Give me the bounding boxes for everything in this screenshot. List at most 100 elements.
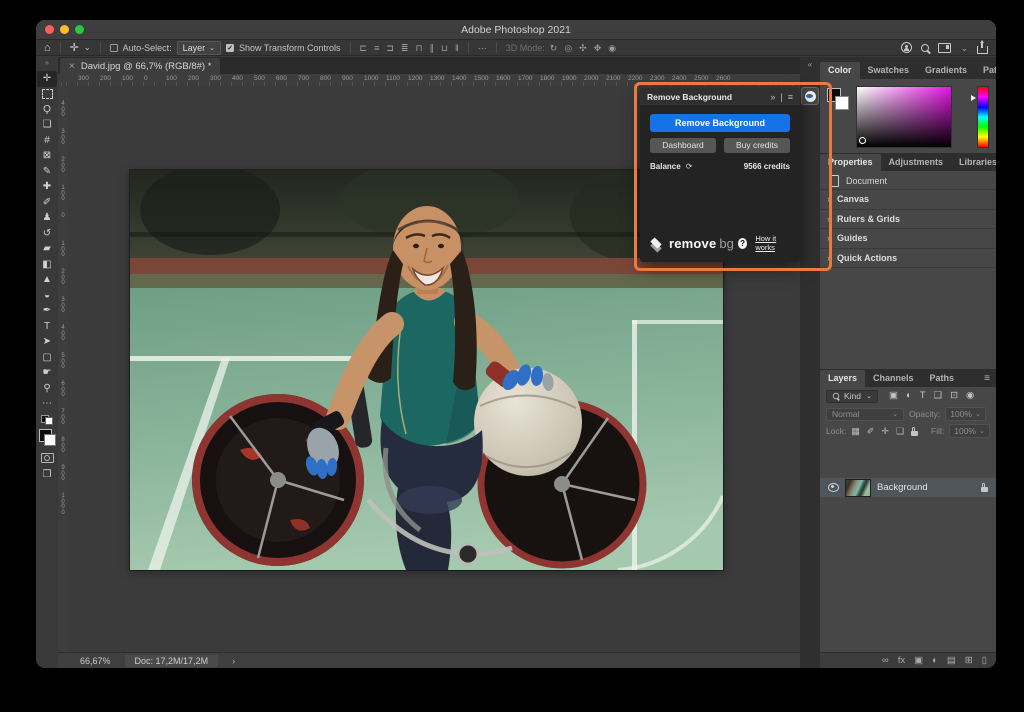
move-tool[interactable]: ✛: [37, 71, 57, 87]
path-selection-tool[interactable]: ➤: [37, 335, 57, 351]
pen-tool[interactable]: ✒: [37, 304, 57, 320]
remove-background-button[interactable]: Remove Background: [650, 114, 790, 132]
delete-layer-icon[interactable]: ▯: [982, 655, 987, 667]
clone-stamp-tool[interactable]: ♟: [37, 211, 57, 227]
tab-libraries[interactable]: Libraries: [951, 154, 996, 171]
home-icon[interactable]: ⌂: [44, 41, 51, 55]
workspace-chevron-icon[interactable]: ⌄: [960, 42, 968, 54]
background-color-swatch[interactable]: [44, 434, 56, 446]
removebg-plugin-dock-icon[interactable]: [801, 87, 819, 105]
close-tab-icon[interactable]: ×: [69, 61, 75, 72]
object-selection-tool[interactable]: ❏: [37, 118, 57, 134]
lasso-tool[interactable]: Ϙ: [37, 102, 57, 118]
show-transform-checkbox[interactable]: ✓: [226, 44, 234, 52]
filter-type-layers-icon[interactable]: T: [920, 390, 926, 402]
dashboard-button[interactable]: Dashboard: [650, 138, 716, 153]
panel-color-swatches[interactable]: [827, 88, 849, 110]
rectangle-tool[interactable]: ▢: [37, 350, 57, 366]
status-chevron-icon[interactable]: ›: [232, 656, 235, 666]
eyedropper-tool[interactable]: ✎: [37, 164, 57, 180]
section-rulers-grids[interactable]: ›Rulers & Grids: [820, 210, 996, 230]
tab-gradients[interactable]: Gradients: [917, 62, 975, 79]
account-icon[interactable]: [901, 42, 912, 53]
filter-smart-objects-icon[interactable]: ⊡: [950, 390, 958, 402]
tab-properties[interactable]: Properties: [820, 154, 881, 171]
foreground-background-swatches[interactable]: [39, 429, 56, 446]
panel-menu-icon[interactable]: ≡: [978, 370, 996, 387]
color-cursor[interactable]: [859, 137, 866, 144]
section-guides[interactable]: ›Guides: [820, 229, 996, 249]
eraser-tool[interactable]: ▰: [37, 242, 57, 258]
brush-tool[interactable]: ✐: [37, 195, 57, 211]
document-tab[interactable]: × David.jpg @ 66,7% (RGB/8#) *: [60, 58, 220, 74]
screen-mode-icon[interactable]: ❐: [43, 469, 52, 481]
hue-slider-cursor[interactable]: [971, 95, 979, 101]
layer-mask-icon[interactable]: ▣: [914, 655, 923, 667]
panel-background-swatch[interactable]: [835, 96, 849, 110]
gradient-tool[interactable]: ◧: [37, 257, 57, 273]
crop-tool[interactable]: #: [37, 133, 57, 149]
auto-select-checkbox[interactable]: [110, 44, 118, 52]
search-icon[interactable]: [921, 44, 929, 52]
tab-paths[interactable]: Paths: [922, 370, 963, 387]
filter-shape-layers-icon[interactable]: ❏: [934, 390, 943, 402]
buy-credits-button[interactable]: Buy credits: [724, 138, 790, 153]
quick-mask-icon[interactable]: [41, 453, 54, 463]
workspace-switcher-icon[interactable]: [938, 43, 951, 53]
filter-toggle-icon[interactable]: ◉: [966, 390, 974, 402]
tool-preset-chevron-icon[interactable]: ⌄: [84, 41, 91, 55]
dodge-tool[interactable]: ◒: [37, 288, 57, 304]
plugin-panel-tab[interactable]: Remove Background: [647, 92, 732, 102]
hand-tool[interactable]: ☛: [37, 366, 57, 382]
layer-row-background[interactable]: Background: [820, 478, 996, 497]
saturation-brightness-field[interactable]: [856, 86, 952, 148]
more-options-icon[interactable]: ⋯: [478, 42, 487, 54]
tab-patterns[interactable]: Patterns: [975, 62, 996, 79]
tab-swatches[interactable]: Swatches: [860, 62, 918, 79]
move-tool-preset-icon[interactable]: ✛: [70, 41, 79, 55]
tab-channels[interactable]: Channels: [865, 370, 922, 387]
tools-collapse-icon[interactable]: »: [45, 57, 49, 71]
frame-tool[interactable]: ⊠: [37, 149, 57, 165]
layer-thumbnail[interactable]: [845, 479, 871, 497]
tab-layers[interactable]: Layers: [820, 370, 865, 387]
history-brush-tool[interactable]: ↺: [37, 226, 57, 242]
section-canvas[interactable]: ›Canvas: [820, 190, 996, 210]
plugin-menu-icon[interactable]: ≡: [788, 92, 793, 102]
zoom-tool[interactable]: ⚲: [37, 381, 57, 397]
auto-select-label: Auto-Select:: [123, 43, 172, 53]
edit-toolbar[interactable]: ⋯: [37, 397, 57, 413]
zoom-window-button[interactable]: [75, 25, 84, 34]
tab-color[interactable]: Color: [820, 62, 860, 79]
filter-adjustment-layers-icon[interactable]: ◐: [906, 390, 912, 402]
adjustment-layer-icon[interactable]: ◐: [932, 655, 938, 667]
document-info-field[interactable]: Doc: 17,2M/17,2M: [125, 655, 219, 667]
filter-pixel-layers-icon[interactable]: ▣: [889, 390, 898, 402]
plugin-collapse-icon[interactable]: »: [770, 92, 775, 102]
new-layer-icon[interactable]: ⊞: [965, 655, 973, 667]
layer-visibility-icon[interactable]: [828, 483, 839, 492]
spot-healing-brush-tool[interactable]: ✚: [37, 180, 57, 196]
help-icon[interactable]: ?: [738, 238, 747, 249]
layer-group-icon[interactable]: ▤: [947, 655, 956, 667]
link-layers-icon[interactable]: ∞: [882, 655, 889, 667]
tab-adjustments[interactable]: Adjustments: [881, 154, 952, 171]
rectangular-marquee-tool[interactable]: [37, 87, 57, 103]
type-tool[interactable]: T: [37, 319, 57, 335]
layer-effects-icon[interactable]: fx: [898, 655, 905, 667]
how-it-works-link[interactable]: How it works: [755, 234, 792, 252]
ruler-label: 2 0 0: [60, 158, 67, 175]
refresh-balance-icon[interactable]: ⟳: [686, 162, 693, 171]
layer-filter-dropdown[interactable]: Kind ⌄: [826, 390, 878, 403]
zoom-level-field[interactable]: 66,67%: [80, 656, 111, 666]
ruler-label: 100: [122, 75, 133, 82]
minimize-window-button[interactable]: [60, 25, 69, 34]
default-colors-icon[interactable]: [41, 415, 53, 425]
auto-select-target-dropdown[interactable]: Layer ⌄: [177, 41, 221, 55]
blur-tool[interactable]: ▲: [37, 273, 57, 289]
document-properties-row[interactable]: Document: [820, 173, 996, 190]
dock-collapse-icon[interactable]: «: [808, 57, 812, 77]
close-window-button[interactable]: [45, 25, 54, 34]
section-quick-actions[interactable]: ›Quick Actions: [820, 249, 996, 269]
share-icon[interactable]: [977, 46, 988, 54]
